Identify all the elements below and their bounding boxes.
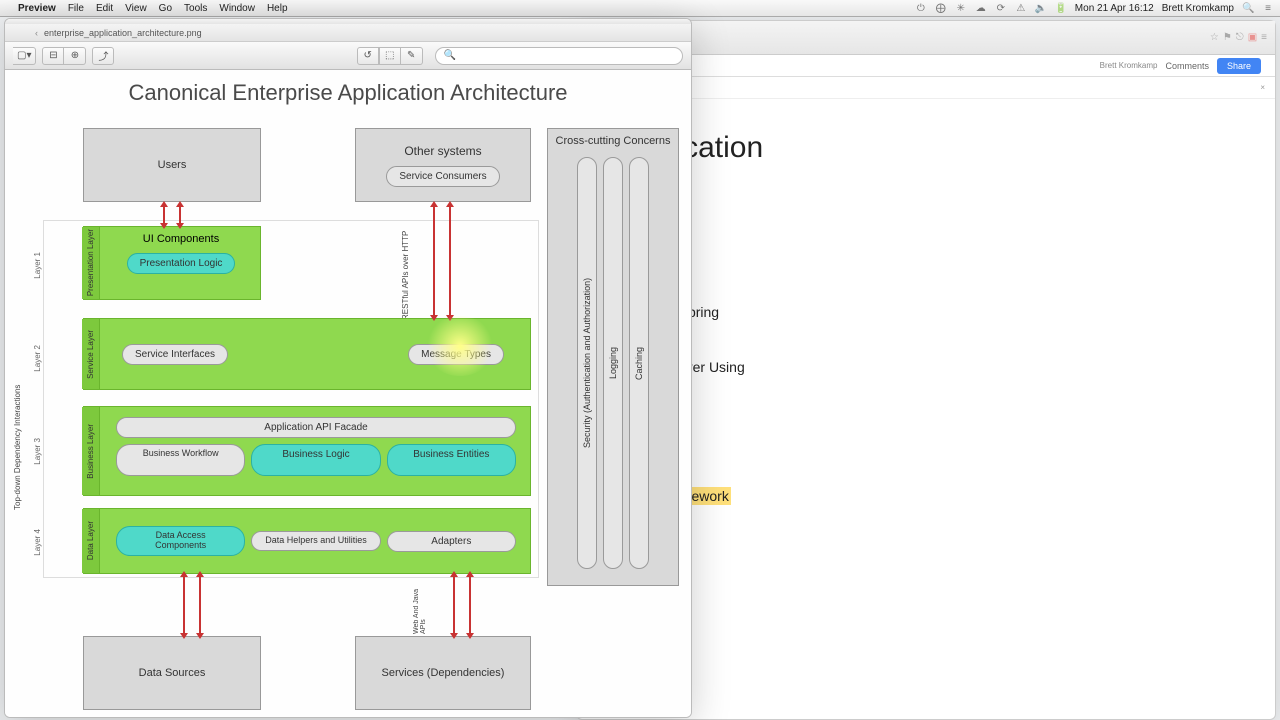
service-interfaces-pill: Service Interfaces [122,344,228,365]
architecture-diagram: Canonical Enterprise Application Archite… [5,70,691,717]
markup-button[interactable]: ✎ [401,47,423,65]
arrow-icon [453,576,455,634]
share-button[interactable]: ⤴ [92,47,114,65]
share-button[interactable]: Share [1217,58,1261,74]
notifications-icon[interactable]: ≡ [1262,3,1274,14]
service-layer-tag: Service Layer [86,330,95,379]
status-icon: ⨁ [935,3,947,14]
other-systems-box: Other systems Service Consumers [355,128,531,202]
layer-marker: Layer 1 [33,252,42,279]
webjava-label: Web And Java APIs [413,584,427,634]
status-icon: ⏻ [915,3,927,14]
ui-components-label: UI Components [143,233,219,245]
preview-toolbar: ▢▾ ⊟ ⊕ ⤴ ↺ ⬚ ✎ 🔍 [5,42,691,70]
status-icon: ⟳ [995,3,1007,14]
doc-user: Brett Kromkamp [1100,61,1158,70]
zoom-in-button[interactable]: ⊕ [64,47,86,65]
sidebar-toggle-button[interactable]: ▢▾ [13,47,36,65]
arrow-icon [199,576,201,634]
preview-window: ‹ enterprise_application_architecture.pn… [4,18,692,718]
search-input[interactable]: 🔍 [435,47,683,65]
wifi-icon: ⚠ [1015,3,1027,14]
restful-label: RESTful APIs over HTTP [401,220,410,320]
business-layer-tag: Business Layer [86,424,95,479]
data-sources-box: Data Sources [83,636,261,710]
menubar-datetime[interactable]: Mon 21 Apr 16:12 [1075,3,1154,14]
arrow-icon [183,576,185,634]
preview-canvas: Canonical Enterprise Application Archite… [5,70,691,717]
status-icon: ☁ [975,3,987,14]
services-deps-box: Services (Dependencies) [355,636,531,710]
data-helpers-pill: Data Helpers and Utilities [251,531,380,551]
menu-edit[interactable]: Edit [96,3,113,14]
presentation-logic-pill: Presentation Logic [127,253,236,274]
other-systems-label: Other systems [404,144,481,158]
menu-tools[interactable]: Tools [184,3,207,14]
api-facade-pill: Application API Facade [116,417,516,438]
mac-menubar: Preview File Edit View Go Tools Window H… [0,0,1280,17]
business-entities-pill: Business Entities [387,444,516,476]
browser-extension-icons: ☆⚑⎋▣≡ [1206,32,1267,43]
crosscutting-title: Cross-cutting Concerns [556,135,671,147]
business-workflow-pill: Business Workflow [116,444,245,476]
layer-marker: Layer 4 [33,529,42,556]
battery-icon: 🔋 [1055,3,1067,14]
spotlight-icon[interactable]: 🔍 [1242,3,1254,14]
arrow-icon [469,576,471,634]
rotate-button[interactable]: ↺ [357,47,379,65]
data-layer: Data Layer Data Access Components Data H… [83,508,531,574]
menu-help[interactable]: Help [267,3,288,14]
service-layer: Service Layer Service Interfaces Message… [83,318,531,390]
preview-filename: enterprise_application_architecture.png [44,28,202,38]
close-icon[interactable]: × [1260,83,1265,92]
axis-label: Top-down Dependency Interactions [13,310,22,510]
layer-marker: Layer 3 [33,438,42,465]
menu-go[interactable]: Go [159,3,172,14]
menu-file[interactable]: File [68,3,84,14]
arrow-icon [433,206,435,316]
menubar-user[interactable]: Brett Kromkamp [1162,3,1234,14]
comments-button[interactable]: Comments [1165,61,1209,71]
search-icon: 🔍 [444,50,456,61]
diagram-title: Canonical Enterprise Application Archite… [5,80,691,106]
message-types-pill: Message Types [408,344,504,365]
arrow-icon [449,206,451,316]
presentation-layer: Presentation Layer UI Components Present… [83,226,261,300]
arrow-icon [179,206,181,224]
crosscutting-box: Cross-cutting Concerns Security (Authent… [547,128,679,586]
users-box: Users [83,128,261,202]
pillar-logging: Logging [603,157,623,569]
data-layer-tag: Data Layer [86,521,95,560]
menu-window[interactable]: Window [219,3,255,14]
pillar-security: Security (Authentication and Authorizati… [577,157,597,569]
volume-icon: 🔈 [1035,3,1047,14]
menu-view[interactable]: View [125,3,147,14]
app-name[interactable]: Preview [18,3,56,14]
data-access-pill: Data Access Components [116,526,245,556]
pillar-caching: Caching [629,157,649,569]
business-layer: Business Layer Application API Facade Bu… [83,406,531,496]
layer-marker: Layer 2 [33,345,42,372]
zoom-out-button[interactable]: ⊟ [42,47,64,65]
business-logic-pill: Business Logic [251,444,380,476]
service-consumers-pill: Service Consumers [386,166,499,187]
select-button[interactable]: ⬚ [379,47,401,65]
preview-titlebar: ‹ enterprise_application_architecture.pn… [5,24,691,42]
arrow-icon [163,206,165,224]
status-icon: ✳ [955,3,967,14]
adapters-pill: Adapters [387,531,516,552]
menubar-right: ⏻ ⨁ ✳ ☁ ⟳ ⚠ 🔈 🔋 Mon 21 Apr 16:12 Brett K… [915,3,1274,14]
presentation-layer-tag: Presentation Layer [86,229,95,296]
